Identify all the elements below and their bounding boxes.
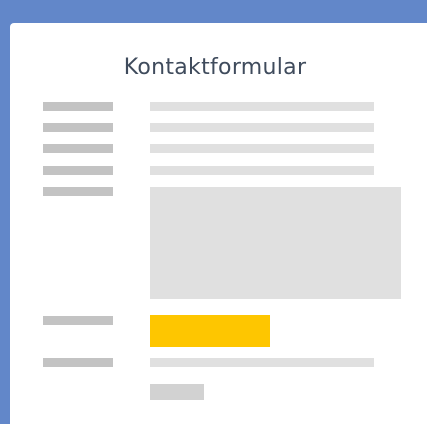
label-placeholder-1: [43, 102, 113, 111]
small-button-placeholder[interactable]: [150, 384, 204, 400]
input-placeholder-7[interactable]: [150, 358, 374, 367]
input-placeholder-4[interactable]: [150, 166, 374, 175]
label-placeholder-2: [43, 123, 113, 132]
label-placeholder-5: [43, 187, 113, 196]
submit-button-placeholder[interactable]: [150, 315, 270, 347]
label-placeholder-4: [43, 166, 113, 175]
input-placeholder-3[interactable]: [150, 144, 374, 153]
form-title: Kontaktformular: [123, 55, 307, 80]
label-placeholder-7: [43, 358, 113, 367]
label-placeholder-6: [43, 316, 113, 325]
contact-form-card: Kontaktformular: [10, 23, 427, 424]
input-placeholder-1[interactable]: [150, 102, 374, 111]
message-textarea-placeholder[interactable]: [150, 187, 401, 299]
label-placeholder-3: [43, 144, 113, 153]
input-placeholder-2[interactable]: [150, 123, 374, 132]
